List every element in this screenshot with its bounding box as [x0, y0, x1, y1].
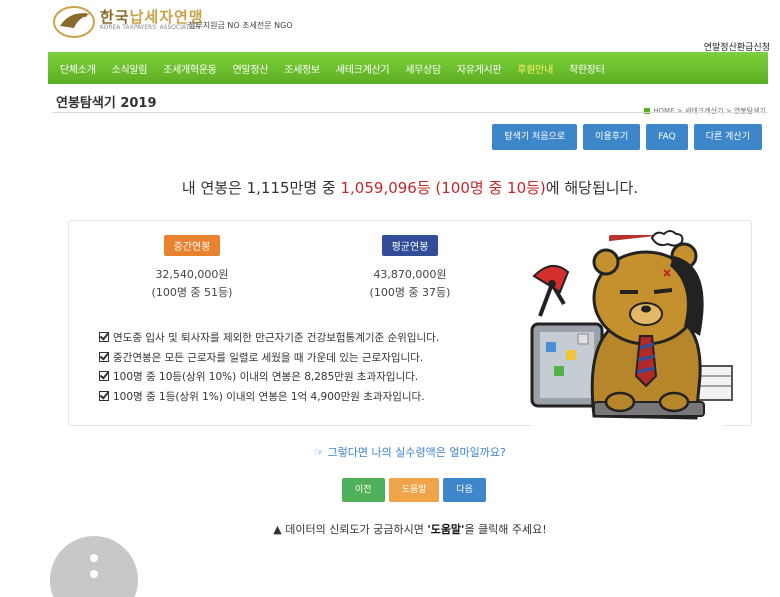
checkbox-icon	[99, 332, 109, 342]
result-rank: 1,059,096등 (100명 중 10등)	[340, 179, 546, 197]
notes-list: 연도중 입사 및 퇴사자를 제외한 만근자기준 건강보험통계기준 순위입니다. …	[99, 329, 439, 407]
nav-item-about[interactable]: 단체소개	[52, 61, 104, 76]
take-home-pay-link[interactable]: ☞ 그렇다면 나의 실수령액은 얼마일까요?	[0, 444, 780, 460]
pointing-hand-icon: ☞	[314, 446, 328, 459]
site-logo[interactable]: 한국납세자연맹 KOREA TAXPAYERS' ASSOCIATION 정부지…	[52, 4, 302, 40]
page-title: 연봉탐색기 2019	[56, 96, 157, 111]
nav-item-good-market[interactable]: 착한장터	[561, 61, 613, 76]
median-salary-stat: 중간연봉 32,540,000원 (100명 중 51등)	[117, 235, 267, 300]
median-salary-amount: 32,540,000원	[155, 268, 229, 281]
average-salary-stat: 평균연봉 43,870,000원 (100명 중 37등)	[335, 235, 485, 300]
average-salary-rank: (100명 중 37등)	[369, 286, 451, 299]
list-item: 100명 중 10등(상위 10%) 이내의 연봉은 8,285만원 초과자입니…	[99, 368, 439, 388]
checkbox-icon	[99, 371, 109, 381]
pager-buttons: 이전 도움말 다음	[342, 478, 486, 502]
checkbox-icon	[99, 390, 109, 401]
logo-slogan: 정부지원금 NO 조세전문 NGO	[188, 21, 293, 30]
nav-item-tax-calculator[interactable]: 세테크계산기	[328, 61, 397, 76]
warning-icon: ▲	[273, 523, 286, 536]
other-calculator-button[interactable]: 다른 계산기	[693, 124, 762, 150]
prev-button[interactable]: 이전	[342, 478, 385, 502]
nav-item-tax-consulting[interactable]: 세무상담	[397, 61, 449, 76]
help-button[interactable]: 도움말	[388, 478, 440, 502]
tired-bear-sticker	[527, 230, 740, 438]
bird-logo-icon	[53, 6, 95, 38]
action-buttons: 탐색기 처음으로 이용후기 FAQ 다른 계산기	[492, 124, 762, 150]
checkbox-icon	[99, 351, 109, 362]
average-salary-amount: 43,870,000원	[373, 268, 447, 281]
reviews-button[interactable]: 이용후기	[583, 124, 641, 150]
nav-item-news[interactable]: 소식알림	[104, 61, 156, 76]
main-nav: 단체소개 소식알림 조세개혁운동 연말정산 조세정보 세테크계산기 세무상담 자…	[48, 52, 768, 84]
nav-item-year-end-settlement[interactable]: 연말정산	[225, 61, 277, 76]
median-salary-label: 중간연봉	[163, 235, 221, 256]
breadcrumb: HOME > 세테크계산기 > 연봉탐색기	[644, 106, 766, 116]
faq-button[interactable]: FAQ	[646, 124, 688, 150]
help-keyword: '도움말'	[427, 523, 465, 536]
list-item: 중간연봉은 모든 근로자를 일렬로 세웠을 때 가운데 있는 근로자입니다.	[99, 349, 439, 369]
nav-item-tax-info[interactable]: 조세정보	[276, 61, 328, 76]
more-dots-icon	[90, 570, 98, 578]
home-icon	[644, 108, 651, 114]
nav-item-free-board[interactable]: 자유게시판	[449, 61, 510, 76]
next-button[interactable]: 다음	[443, 478, 486, 502]
list-item: 100명 중 1등(상위 1%) 이내의 연봉은 1억 4,900만원 초과자입…	[99, 388, 439, 408]
breadcrumb-text[interactable]: HOME > 세테크계산기 > 연봉탐색기	[653, 107, 766, 115]
floating-menu-button[interactable]	[50, 536, 138, 597]
result-headline: 내 연봉은 1,115만명 중 1,059,096등 (100명 중 10등)에…	[181, 179, 639, 197]
logo-subtitle: KOREA TAXPAYERS' ASSOCIATION	[100, 24, 201, 31]
title-divider	[52, 112, 768, 113]
average-salary-label: 평균연봉	[381, 235, 439, 256]
site-header: 한국납세자연맹 KOREA TAXPAYERS' ASSOCIATION 정부지…	[0, 0, 780, 53]
restart-explorer-button[interactable]: 탐색기 처음으로	[492, 124, 578, 150]
median-salary-rank: (100명 중 51등)	[151, 286, 233, 299]
more-dots-icon	[90, 554, 98, 562]
list-item: 연도중 입사 및 퇴사자를 제외한 만근자기준 건강보험통계기준 순위입니다.	[99, 329, 439, 349]
help-notice: ▲ 데이터의 신뢰도가 궁금하시면 '도움말'을 클릭해 주세요!	[273, 523, 547, 536]
nav-item-donation[interactable]: 후원안내	[509, 61, 561, 76]
nav-item-tax-reform[interactable]: 조세개혁운동	[155, 61, 224, 76]
